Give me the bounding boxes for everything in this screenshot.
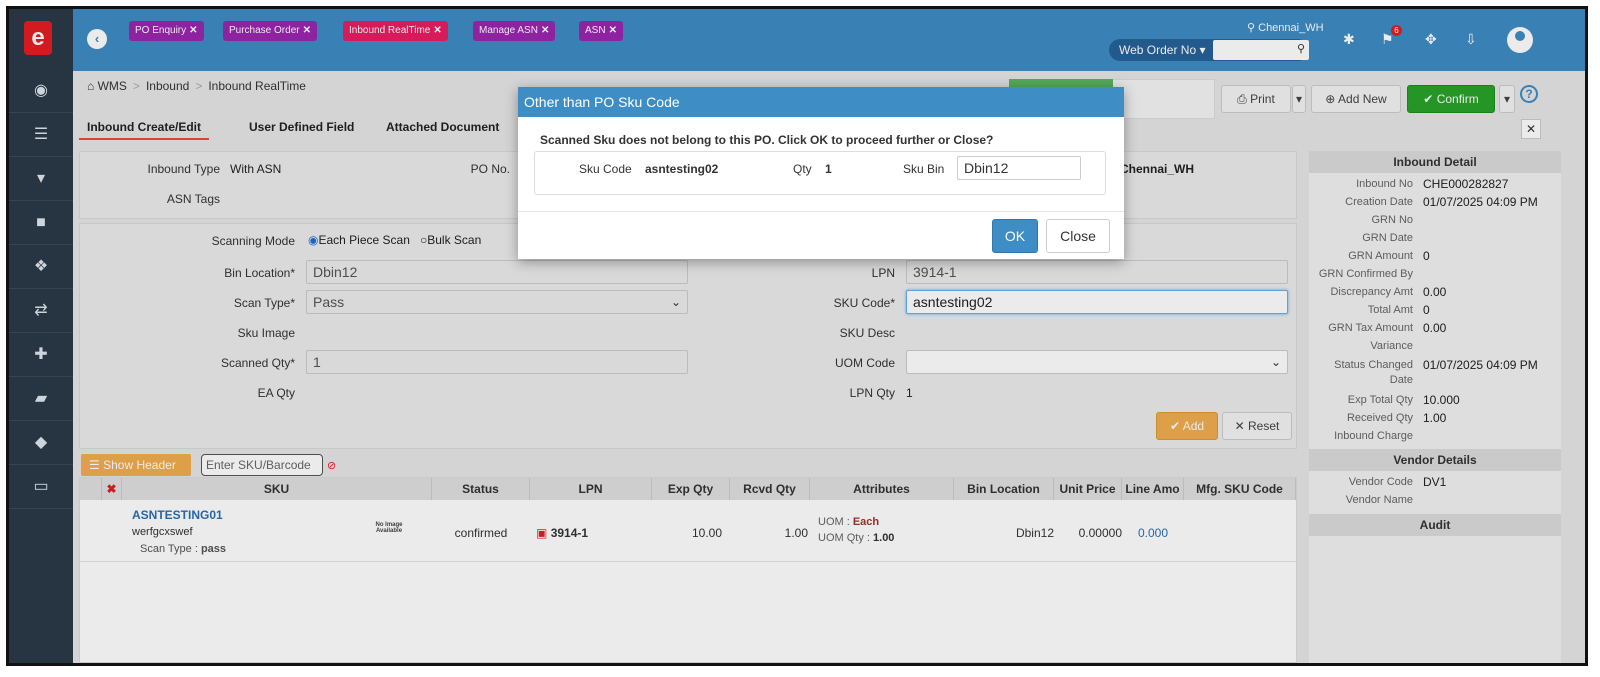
dialog-footer bbox=[518, 211, 1124, 212]
dialog-sku-bin-label: Sku Bin bbox=[903, 162, 945, 176]
dialog-sku-code-label: Sku Code bbox=[579, 162, 632, 176]
dialog-sku-bin-input[interactable]: Dbin12 bbox=[957, 156, 1081, 180]
dialog-sku-code-value: asntesting02 bbox=[645, 162, 719, 176]
dialog-title: Other than PO Sku Code bbox=[518, 87, 1124, 117]
dialog-message: Scanned Sku does not belong to this PO. … bbox=[540, 133, 994, 147]
app-window: e ◉ ☰ ▾ ■ ❖ ⇄ ✚ ▰ ◆ ▭ ‹ PO Enquiry ✕ Purc… bbox=[6, 6, 1588, 666]
other-than-po-sku-dialog: Other than PO Sku Code Scanned Sku does … bbox=[518, 87, 1124, 259]
ok-button[interactable]: OK bbox=[992, 219, 1038, 253]
dialog-qty-value: 1 bbox=[825, 162, 832, 176]
dialog-qty-label: Qty bbox=[793, 162, 812, 176]
close-button[interactable]: Close bbox=[1046, 219, 1110, 253]
dialog-details-box: Sku Code asntesting02 Qty 1 Sku Bin Dbin… bbox=[534, 151, 1106, 195]
